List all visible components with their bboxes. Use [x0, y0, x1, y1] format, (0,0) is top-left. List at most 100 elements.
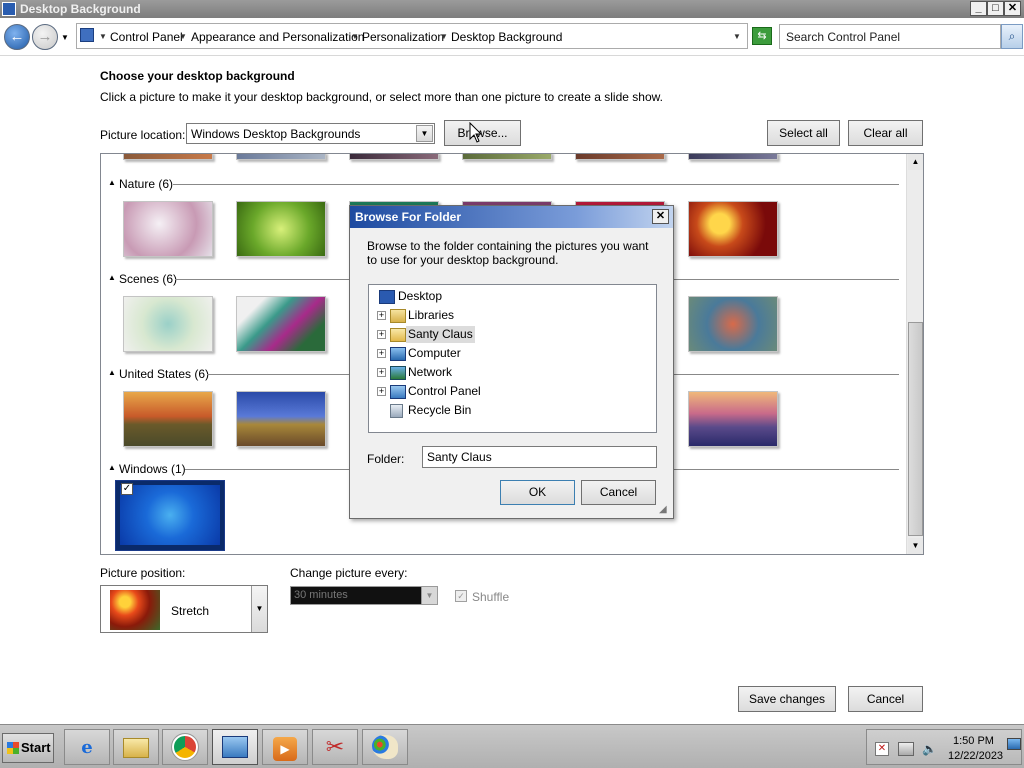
select-all-button[interactable]: Select all	[767, 120, 840, 146]
picture-thumbnail[interactable]	[236, 296, 326, 352]
breadcrumb-control-panel[interactable]: Control Panel	[110, 30, 183, 44]
dialog-cancel-button[interactable]: Cancel	[581, 480, 656, 505]
dialog-close-button[interactable]: ✕	[652, 209, 669, 224]
picture-thumbnail[interactable]	[688, 391, 778, 447]
windows-logo-wallpaper	[120, 485, 220, 545]
folder-tree[interactable]: Desktop + Libraries + Santy Claus + Comp…	[368, 284, 657, 433]
forward-button[interactable]: →	[32, 24, 58, 50]
user-folder-icon	[390, 328, 406, 342]
chevron-down-icon[interactable]: ▼	[416, 125, 433, 142]
chevron-down-icon[interactable]: ▼	[99, 32, 107, 41]
window-title: Desktop Background	[20, 2, 141, 16]
picture-thumbnail[interactable]	[688, 201, 778, 257]
volume-muted-icon[interactable]: 🔈	[922, 742, 937, 756]
action-center-icon[interactable]: ✕	[875, 742, 889, 756]
group-header-nature[interactable]: Nature (6)	[119, 177, 173, 191]
minimize-button[interactable]: _	[970, 1, 987, 16]
show-desktop-icon[interactable]	[1007, 738, 1021, 750]
breadcrumb[interactable]: ▼ Control Panel ▼ Appearance and Persona…	[76, 23, 748, 49]
libraries-icon	[390, 309, 406, 323]
cancel-button[interactable]: Cancel	[848, 686, 923, 712]
thumbnail-checkbox[interactable]: ✓	[121, 483, 133, 495]
collapse-icon[interactable]: ▲	[108, 463, 116, 472]
address-history-dropdown-icon[interactable]: ▼	[733, 32, 741, 41]
collapse-icon[interactable]: ▲	[108, 273, 116, 282]
snipping-tool-icon[interactable]: ✂	[312, 729, 358, 765]
chevron-down-icon[interactable]: ▼	[251, 586, 267, 632]
picture-thumbnail[interactable]	[236, 154, 326, 160]
expand-icon[interactable]: +	[377, 387, 386, 396]
scroll-thumb[interactable]	[908, 322, 923, 536]
page-title: Choose your desktop background	[100, 69, 295, 83]
picture-thumbnail-selected[interactable]: ✓	[115, 480, 225, 551]
paint-icon[interactable]	[362, 729, 408, 765]
expand-icon[interactable]: +	[377, 349, 386, 358]
close-button[interactable]: ✕	[1004, 1, 1021, 16]
internet-explorer-icon[interactable]: e	[64, 729, 110, 765]
scroll-down-icon[interactable]: ▼	[908, 538, 923, 554]
window-title-bar[interactable]: Desktop Background _ □ ✕	[0, 0, 1024, 18]
maximize-button[interactable]: □	[987, 1, 1004, 16]
breadcrumb-desktop-background[interactable]: Desktop Background	[451, 30, 562, 44]
clear-all-button[interactable]: Clear all	[848, 120, 923, 146]
recycle-bin-icon	[390, 404, 403, 418]
picture-thumbnail[interactable]	[575, 154, 665, 160]
picture-thumbnail[interactable]	[236, 201, 326, 257]
folder-input[interactable]: Santy Claus	[422, 446, 657, 468]
picture-thumbnail[interactable]	[349, 154, 439, 160]
gallery-scrollbar[interactable]: ▲ ▼	[906, 154, 923, 554]
resize-grip-icon[interactable]: ◢	[659, 504, 667, 515]
control-panel-icon	[80, 28, 94, 42]
breadcrumb-appearance[interactable]: Appearance and Personalization	[191, 30, 364, 44]
control-panel-icon[interactable]	[212, 729, 258, 765]
recent-pages-dropdown-icon[interactable]: ▼	[61, 33, 69, 42]
picture-thumbnail[interactable]	[688, 154, 778, 160]
file-explorer-icon[interactable]	[113, 729, 159, 765]
back-button[interactable]: ←	[4, 24, 30, 50]
group-header-united-states[interactable]: United States (6)	[119, 367, 209, 381]
shuffle-checkbox: ✓	[455, 590, 467, 602]
picture-thumbnail[interactable]	[123, 201, 213, 257]
chevron-down-icon[interactable]: ▼	[351, 32, 359, 41]
expand-icon[interactable]: +	[377, 368, 386, 377]
desktop-background-icon	[2, 2, 16, 16]
picture-thumbnail[interactable]	[123, 391, 213, 447]
save-changes-button[interactable]: Save changes	[738, 686, 836, 712]
media-player-icon[interactable]: ▶	[262, 729, 308, 765]
search-icon[interactable]: ⌕	[1001, 24, 1023, 49]
address-toolbar: ← → ▼ ▼ Control Panel ▼ Appearance and P…	[0, 18, 1024, 56]
picture-position-select[interactable]: Stretch ▼	[100, 585, 268, 633]
dialog-title[interactable]: Browse For Folder	[350, 206, 673, 228]
clock-date[interactable]: 12/22/2023	[948, 750, 1003, 762]
picture-position-value: Stretch	[171, 604, 210, 618]
picture-thumbnail[interactable]	[123, 154, 213, 160]
group-divider	[173, 184, 899, 185]
collapse-icon[interactable]: ▲	[108, 368, 116, 377]
expand-icon[interactable]: +	[377, 330, 386, 339]
collapse-icon[interactable]: ▲	[108, 178, 116, 187]
ok-button[interactable]: OK	[500, 480, 575, 505]
network-icon	[390, 366, 406, 380]
picture-thumbnail[interactable]	[462, 154, 552, 160]
group-header-windows[interactable]: Windows (1)	[119, 462, 186, 476]
refresh-icon[interactable]: ⇆	[752, 27, 772, 45]
picture-thumbnail[interactable]	[688, 296, 778, 352]
chrome-icon[interactable]	[162, 729, 208, 765]
expand-icon[interactable]: +	[377, 311, 386, 320]
desktop-icon	[379, 290, 395, 304]
group-header-scenes[interactable]: Scenes (6)	[119, 272, 177, 286]
picture-location-value: Windows Desktop Backgrounds	[191, 127, 361, 141]
scroll-up-icon[interactable]: ▲	[908, 154, 923, 170]
clock-time[interactable]: 1:50 PM	[953, 735, 994, 747]
chevron-down-icon[interactable]: ▼	[179, 32, 187, 41]
picture-thumbnail[interactable]	[236, 391, 326, 447]
picture-location-select[interactable]: Windows Desktop Backgrounds ▼	[186, 123, 435, 144]
network-status-icon[interactable]	[898, 742, 914, 756]
start-button[interactable]: Start	[2, 733, 54, 763]
chevron-down-icon[interactable]: ▼	[440, 32, 448, 41]
change-picture-label: Change picture every:	[290, 566, 408, 580]
picture-thumbnail[interactable]	[123, 296, 213, 352]
breadcrumb-personalization[interactable]: Personalization	[362, 30, 444, 44]
search-input[interactable]: Search Control Panel	[779, 24, 1001, 49]
shuffle-label: Shuffle	[472, 590, 510, 604]
